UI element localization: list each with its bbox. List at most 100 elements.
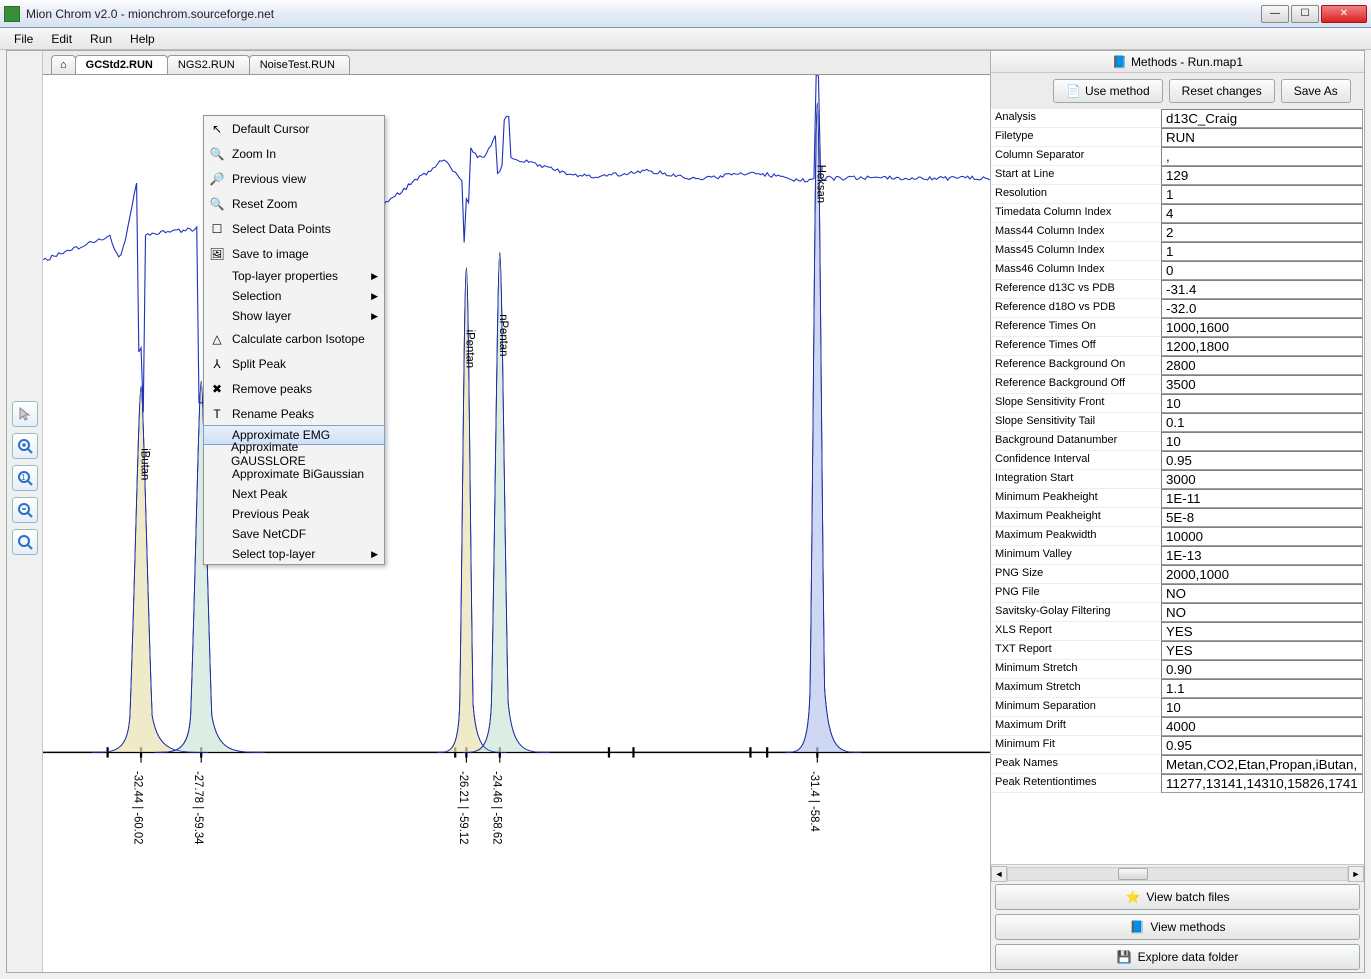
context-menu-item[interactable]: Selection▶	[204, 286, 384, 306]
context-menu-label: Zoom In	[232, 147, 276, 161]
context-menu-item[interactable]: Top-layer properties▶	[204, 266, 384, 286]
property-value-input[interactable]	[1161, 280, 1363, 299]
context-menu-item[interactable]: ↖Default Cursor	[204, 116, 384, 141]
property-value-input[interactable]	[1161, 546, 1363, 565]
context-menu-item[interactable]: Save NetCDF	[204, 524, 384, 544]
close-button[interactable]: ✕	[1321, 5, 1367, 23]
context-menu-item[interactable]: ✖Remove peaks	[204, 376, 384, 401]
property-value-input[interactable]	[1161, 356, 1363, 375]
property-value-input[interactable]	[1161, 774, 1363, 793]
tool-prev-view[interactable]: 1	[12, 465, 38, 491]
property-value-input[interactable]	[1161, 660, 1363, 679]
reset-changes-button[interactable]: Reset changes	[1169, 79, 1275, 103]
context-menu-item[interactable]: TRename Peaks	[204, 401, 384, 426]
property-value-input[interactable]	[1161, 565, 1363, 584]
property-value-input[interactable]	[1161, 736, 1363, 755]
explore-data-folder-button[interactable]: 💾Explore data folder	[995, 944, 1360, 970]
property-value-input[interactable]	[1161, 527, 1363, 546]
chart-area[interactable]: iButaniPentannPentanHeksan-32.44 | -60.0…	[43, 75, 990, 972]
tool-cursor[interactable]	[12, 401, 38, 427]
context-menu-item[interactable]: Select top-layer▶	[204, 544, 384, 564]
property-value-input[interactable]	[1161, 375, 1363, 394]
property-value-input[interactable]	[1161, 337, 1363, 356]
horizontal-scrollbar[interactable]: ◄ ►	[991, 864, 1364, 882]
save-as-button[interactable]: Save As	[1281, 79, 1351, 103]
apply-icon: 📄	[1066, 84, 1081, 98]
context-menu-item[interactable]: 🖼Save to image	[204, 241, 384, 266]
property-value-input[interactable]	[1161, 717, 1363, 736]
property-value-input[interactable]	[1161, 394, 1363, 413]
view-batch-files-button[interactable]: ⭐View batch files	[995, 884, 1360, 910]
context-menu-item[interactable]: Show layer▶	[204, 306, 384, 326]
context-menu-label: Save NetCDF	[232, 527, 306, 541]
menu-run[interactable]: Run	[82, 30, 120, 48]
context-menu-item[interactable]: 🔍Zoom In	[204, 141, 384, 166]
tool-zoom-out[interactable]	[12, 497, 38, 523]
context-menu-item[interactable]: 🔍Reset Zoom	[204, 191, 384, 216]
tab-gcstd2[interactable]: GCStd2.RUN	[75, 55, 168, 74]
use-method-button[interactable]: 📄Use method	[1053, 79, 1163, 103]
property-value-input[interactable]	[1161, 641, 1363, 660]
tool-reset-zoom[interactable]	[12, 529, 38, 555]
property-label: Savitsky-Golay Filtering	[991, 603, 1161, 622]
context-menu-label: Save to image	[232, 247, 309, 261]
scroll-right-arrow[interactable]: ►	[1348, 866, 1364, 882]
property-value-input[interactable]	[1161, 261, 1363, 280]
cursor-icon: ↖	[208, 120, 226, 138]
minimize-button[interactable]: —	[1261, 5, 1289, 23]
property-value-input[interactable]	[1161, 584, 1363, 603]
context-menu-item[interactable]: △Calculate carbon Isotope	[204, 326, 384, 351]
property-value-input[interactable]	[1161, 679, 1363, 698]
maximize-button[interactable]: ☐	[1291, 5, 1319, 23]
context-menu-item[interactable]: Next Peak	[204, 484, 384, 504]
rename-icon: T	[208, 405, 226, 423]
property-row: Analysis	[991, 109, 1364, 128]
blank-icon	[208, 545, 226, 563]
property-value-input[interactable]	[1161, 318, 1363, 337]
tab-noisetest[interactable]: NoiseTest.RUN	[249, 55, 350, 74]
context-menu-item[interactable]: Approximate BiGaussian	[204, 464, 384, 484]
property-value-input[interactable]	[1161, 622, 1363, 641]
property-value-input[interactable]	[1161, 223, 1363, 242]
scroll-left-arrow[interactable]: ◄	[991, 866, 1007, 882]
scroll-thumb[interactable]	[1118, 868, 1148, 880]
context-menu-item[interactable]: Approximate GAUSSLORE	[204, 444, 384, 464]
menu-edit[interactable]: Edit	[43, 30, 80, 48]
property-value-input[interactable]	[1161, 147, 1363, 166]
tab-ngs2[interactable]: NGS2.RUN	[167, 55, 250, 74]
property-value-input[interactable]	[1161, 166, 1363, 185]
property-row: Reference Background Off	[991, 375, 1364, 394]
property-value-input[interactable]	[1161, 109, 1363, 128]
property-value-input[interactable]	[1161, 204, 1363, 223]
property-value-input[interactable]	[1161, 603, 1363, 622]
context-menu-item[interactable]: 🔎Previous view	[204, 166, 384, 191]
scroll-track[interactable]	[1007, 867, 1348, 881]
menu-file[interactable]: File	[6, 30, 41, 48]
property-value-input[interactable]	[1161, 242, 1363, 261]
context-menu-item[interactable]: ☐Select Data Points	[204, 216, 384, 241]
property-value-input[interactable]	[1161, 489, 1363, 508]
property-value-input[interactable]	[1161, 413, 1363, 432]
property-label: Start at Line	[991, 166, 1161, 185]
property-value-input[interactable]	[1161, 470, 1363, 489]
tab-home[interactable]: ⌂	[51, 55, 76, 74]
context-menu-item[interactable]: ⅄Split Peak	[204, 351, 384, 376]
property-value-input[interactable]	[1161, 755, 1363, 774]
tool-zoom-in[interactable]	[12, 433, 38, 459]
property-value-input[interactable]	[1161, 451, 1363, 470]
property-value-input[interactable]	[1161, 508, 1363, 527]
property-value-input[interactable]	[1161, 185, 1363, 204]
property-label: Maximum Peakwidth	[991, 527, 1161, 546]
svg-text:1: 1	[21, 473, 26, 482]
menu-help[interactable]: Help	[122, 30, 163, 48]
property-label: Reference Background On	[991, 356, 1161, 375]
property-value-input[interactable]	[1161, 128, 1363, 147]
context-menu-label: Calculate carbon Isotope	[232, 332, 365, 346]
blank-icon	[208, 525, 226, 543]
context-menu-item[interactable]: Previous Peak	[204, 504, 384, 524]
property-value-input[interactable]	[1161, 432, 1363, 451]
property-row: Minimum Separation	[991, 698, 1364, 717]
view-methods-button[interactable]: 📘View methods	[995, 914, 1360, 940]
property-value-input[interactable]	[1161, 299, 1363, 318]
property-value-input[interactable]	[1161, 698, 1363, 717]
